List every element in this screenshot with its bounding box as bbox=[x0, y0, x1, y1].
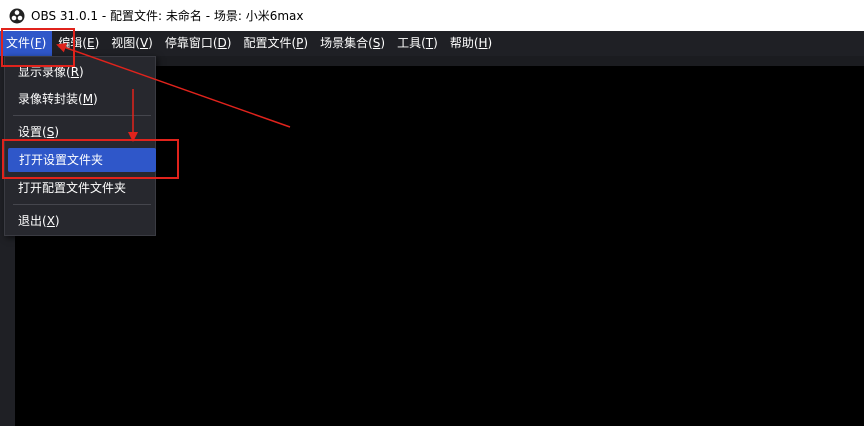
menu-docks[interactable]: 停靠窗口(D) bbox=[159, 31, 238, 56]
window-title: OBS 31.0.1 - 配置文件: 未命名 - 场景: 小米6max bbox=[31, 9, 304, 23]
menu-bar: 文件(F) 编辑(E) 视图(V) 停靠窗口(D) 配置文件(P) 场景集合(S… bbox=[0, 31, 864, 56]
menu-scene-collection[interactable]: 场景集合(S) bbox=[314, 31, 391, 56]
menu-separator bbox=[13, 115, 151, 116]
menu-item-open-profile-folder[interactable]: 打开配置文件文件夹 bbox=[7, 176, 153, 200]
menu-item-exit[interactable]: 退出(X) bbox=[7, 209, 153, 233]
menu-separator bbox=[13, 204, 151, 205]
obs-logo-icon bbox=[9, 8, 25, 23]
menu-file[interactable]: 文件(F) bbox=[0, 31, 53, 56]
menu-item-show-recordings[interactable]: 显示录像(R) bbox=[7, 60, 153, 84]
menu-item-open-settings-folder[interactable]: 打开设置文件夹 bbox=[8, 148, 156, 172]
menu-item-settings[interactable]: 设置(S) bbox=[7, 120, 153, 144]
menu-tools[interactable]: 工具(T) bbox=[391, 31, 444, 56]
menu-help[interactable]: 帮助(H) bbox=[444, 31, 498, 56]
menu-item-remux-recordings[interactable]: 录像转封装(M) bbox=[7, 87, 153, 111]
menu-edit[interactable]: 编辑(E) bbox=[52, 31, 105, 56]
menu-profile[interactable]: 配置文件(P) bbox=[237, 31, 314, 56]
menu-view[interactable]: 视图(V) bbox=[105, 31, 159, 56]
file-menu-dropdown: 显示录像(R) 录像转封装(M) 设置(S) 打开设置文件夹 打开配置文件文件夹… bbox=[4, 56, 156, 236]
title-bar: OBS 31.0.1 - 配置文件: 未命名 - 场景: 小米6max bbox=[0, 0, 864, 31]
